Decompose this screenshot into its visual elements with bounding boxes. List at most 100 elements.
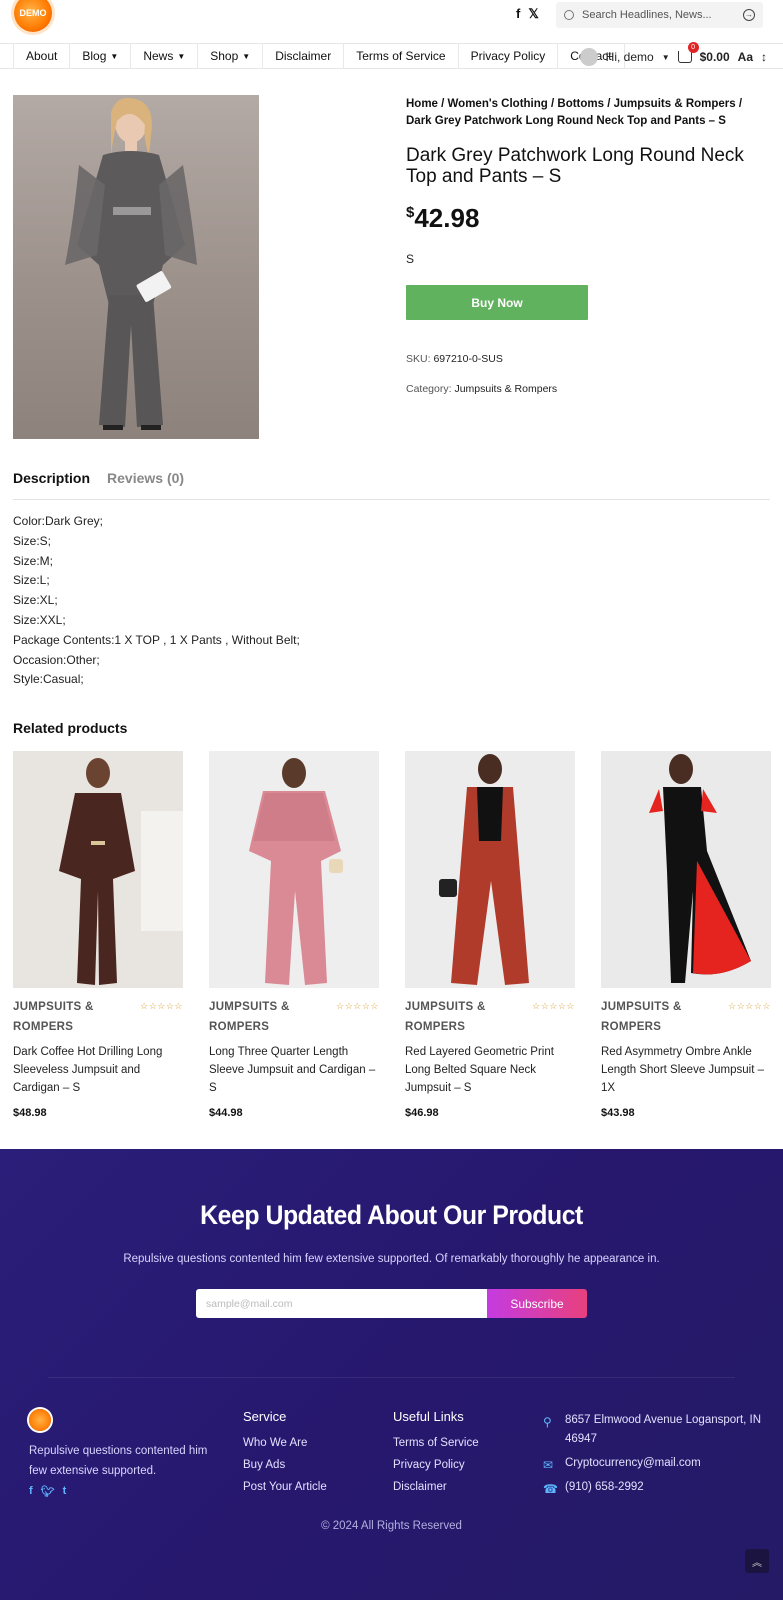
cart-icon[interactable]: 0 xyxy=(677,42,699,63)
desc-line: Size:L; xyxy=(13,573,50,588)
location-pin-icon: ⚲ xyxy=(543,1415,552,1429)
nav-item-disclaimer[interactable]: Disclaimer xyxy=(263,43,345,69)
desc-line: Size:S; xyxy=(13,533,52,548)
newsletter-subtitle: Repulsive questions contented him few ex… xyxy=(123,1253,660,1265)
nav-item-blog[interactable]: Blog ▼ xyxy=(70,43,132,69)
category-label: Category: xyxy=(406,383,452,395)
footer-service-links: Who We Are Buy Ads Post Your Article xyxy=(243,1432,327,1498)
related-product-card[interactable]: JUMPSUITS & ROMPERS ☆☆☆☆☆ Red Layered Ge… xyxy=(405,751,575,1119)
nav-item-terms[interactable]: Terms of Service xyxy=(344,43,459,69)
related-product-category[interactable]: JUMPSUITS & ROMPERS xyxy=(209,997,327,1037)
newsletter-email-input[interactable]: sample@mail.com xyxy=(196,1289,487,1318)
nav-user-area: Hi, demo ▼ 0 $0.00 Aa ↕ xyxy=(579,42,767,70)
twitter-icon[interactable]: 🐦︎ xyxy=(41,1485,55,1498)
product-tabs: Description Reviews (0) xyxy=(13,470,770,500)
site-footer: Keep Updated About Our Product Repulsive… xyxy=(0,1149,783,1600)
desc-line: Occasion:Other; xyxy=(13,652,100,667)
star-rating: ☆☆☆☆☆ xyxy=(532,1001,575,1011)
buy-now-button[interactable]: Buy Now xyxy=(406,285,588,320)
related-product-price: $46.98 xyxy=(405,1107,439,1119)
related-product-card[interactable]: JUMPSUITS & ROMPERS ☆☆☆☆☆ Red Asymmetry … xyxy=(601,751,771,1119)
facebook-icon[interactable]: f xyxy=(516,6,520,22)
related-product-category[interactable]: JUMPSUITS & ROMPERS xyxy=(405,997,523,1037)
search-placeholder: Search Headlines, News... xyxy=(582,9,712,21)
header-social-links: f 𝕏 xyxy=(516,6,539,22)
nav-item-about[interactable]: About xyxy=(13,43,71,69)
product-image[interactable] xyxy=(13,95,259,439)
chevron-down-icon: ▼ xyxy=(242,51,251,61)
footer-divider xyxy=(48,1377,735,1378)
related-photo-illustration xyxy=(601,751,771,988)
font-resize-icon: ↕ xyxy=(761,50,767,64)
footer-link-buy-ads[interactable]: Buy Ads xyxy=(243,1454,327,1476)
related-product-category[interactable]: JUMPSUITS & ROMPERS xyxy=(601,997,719,1037)
chevron-down-icon: ▼ xyxy=(110,51,119,61)
nav-item-shop[interactable]: Shop ▼ xyxy=(198,43,264,69)
desc-line: Size:M; xyxy=(13,553,54,568)
main-nav: About Blog ▼ News ▼ Shop ▼ Disclaimer Terms… xyxy=(0,42,783,70)
star-rating: ☆☆☆☆☆ xyxy=(728,1001,771,1011)
user-greeting[interactable]: Hi, demo xyxy=(606,50,654,64)
product-photo-illustration xyxy=(65,97,197,430)
double-chevron-up-icon: ︽ xyxy=(752,1557,762,1569)
top-bar: DEMO f 𝕏 Search Headlines, News... → xyxy=(0,0,783,42)
logo-text: DEMO xyxy=(19,8,47,18)
tumblr-icon[interactable]: t xyxy=(63,1485,67,1498)
related-product-price: $43.98 xyxy=(601,1107,635,1119)
star-rating: ☆☆☆☆☆ xyxy=(336,1001,379,1011)
related-product-card[interactable]: JUMPSUITS & ROMPERS ☆☆☆☆☆ Long Three Qua… xyxy=(209,751,379,1119)
footer-link-who-we-are[interactable]: Who We Are xyxy=(243,1432,327,1454)
sku-label: SKU: xyxy=(406,353,431,365)
price-value: 42.98 xyxy=(414,203,480,233)
related-product-name[interactable]: Long Three Quarter Length Sleeve Jumpsui… xyxy=(209,1043,379,1097)
related-product-name[interactable]: Red Asymmetry Ombre Ankle Length Short S… xyxy=(601,1043,771,1097)
back-to-top-button[interactable]: ︽ xyxy=(745,1549,769,1573)
contact-phone[interactable]: ☎ (910) 658-2992 xyxy=(543,1478,763,1497)
search-input[interactable]: Search Headlines, News... → xyxy=(556,2,763,28)
nav-item-news[interactable]: News ▼ xyxy=(131,43,199,69)
related-product-card[interactable]: JUMPSUITS & ROMPERS ☆☆☆☆☆ Dark Coffee Ho… xyxy=(13,751,183,1119)
size-value: S xyxy=(406,252,415,266)
footer-link-disclaimer[interactable]: Disclaimer xyxy=(393,1476,479,1498)
nav-item-privacy[interactable]: Privacy Policy xyxy=(459,43,559,69)
related-product-image[interactable] xyxy=(601,751,771,988)
desc-line: Size:XXL; xyxy=(13,612,66,627)
sku-value: 697210-0-SUS xyxy=(433,353,503,365)
category-line: Category: Jumpsuits & Rompers xyxy=(406,383,557,395)
desc-line: Package Contents:1 X TOP , 1 X Pants , W… xyxy=(13,632,300,647)
related-product-image[interactable] xyxy=(405,751,575,988)
copyright: © 2024 All Rights Reserved xyxy=(321,1520,462,1532)
avatar[interactable] xyxy=(579,48,598,66)
category-link[interactable]: Jumpsuits & Rompers xyxy=(454,383,557,395)
breadcrumb[interactable]: Home / Women's Clothing / Bottoms / Jump… xyxy=(406,96,766,130)
page-title: Dark Grey Patchwork Long Round Neck Top … xyxy=(406,145,744,187)
related-product-image[interactable] xyxy=(209,751,379,988)
x-twitter-icon[interactable]: 𝕏 xyxy=(528,6,538,22)
related-product-image[interactable] xyxy=(13,751,183,988)
subscribe-button[interactable]: Subscribe xyxy=(487,1289,587,1318)
email-icon: ✉ xyxy=(543,1458,554,1472)
contact-email[interactable]: ✉ Cryptocurrency@mail.com xyxy=(543,1454,763,1473)
related-product-category[interactable]: JUMPSUITS & ROMPERS xyxy=(13,997,131,1037)
tab-reviews[interactable]: Reviews (0) xyxy=(107,470,184,499)
footer-contact: ⚲ 8657 Elmwood Avenue Logansport, IN 4694… xyxy=(543,1411,763,1502)
chevron-down-icon: ▼ xyxy=(661,52,670,62)
related-product-price: $44.98 xyxy=(209,1107,243,1119)
related-photo-illustration xyxy=(13,751,183,988)
footer-link-terms[interactable]: Terms of Service xyxy=(393,1432,479,1454)
tab-description[interactable]: Description xyxy=(13,470,90,499)
footer-logo[interactable] xyxy=(29,1409,51,1431)
search-submit-icon[interactable]: → xyxy=(743,9,755,21)
cart-total[interactable]: $0.00 xyxy=(700,50,730,64)
facebook-icon[interactable]: f xyxy=(29,1485,33,1498)
newsletter-title: Keep Updated About Our Product xyxy=(200,1200,583,1230)
sku-line: SKU: 697210-0-SUS xyxy=(406,353,503,365)
site-logo[interactable]: DEMO xyxy=(14,0,52,32)
related-product-name[interactable]: Red Layered Geometric Print Long Belted … xyxy=(405,1043,575,1097)
footer-useful-title: Useful Links xyxy=(393,1409,464,1424)
footer-link-post-article[interactable]: Post Your Article xyxy=(243,1476,327,1498)
related-product-name[interactable]: Dark Coffee Hot Drilling Long Sleeveless… xyxy=(13,1043,183,1097)
footer-link-privacy[interactable]: Privacy Policy xyxy=(393,1454,479,1476)
font-size-toggle[interactable]: Aa xyxy=(738,50,753,64)
footer-useful-links: Terms of Service Privacy Policy Disclaim… xyxy=(393,1432,479,1498)
